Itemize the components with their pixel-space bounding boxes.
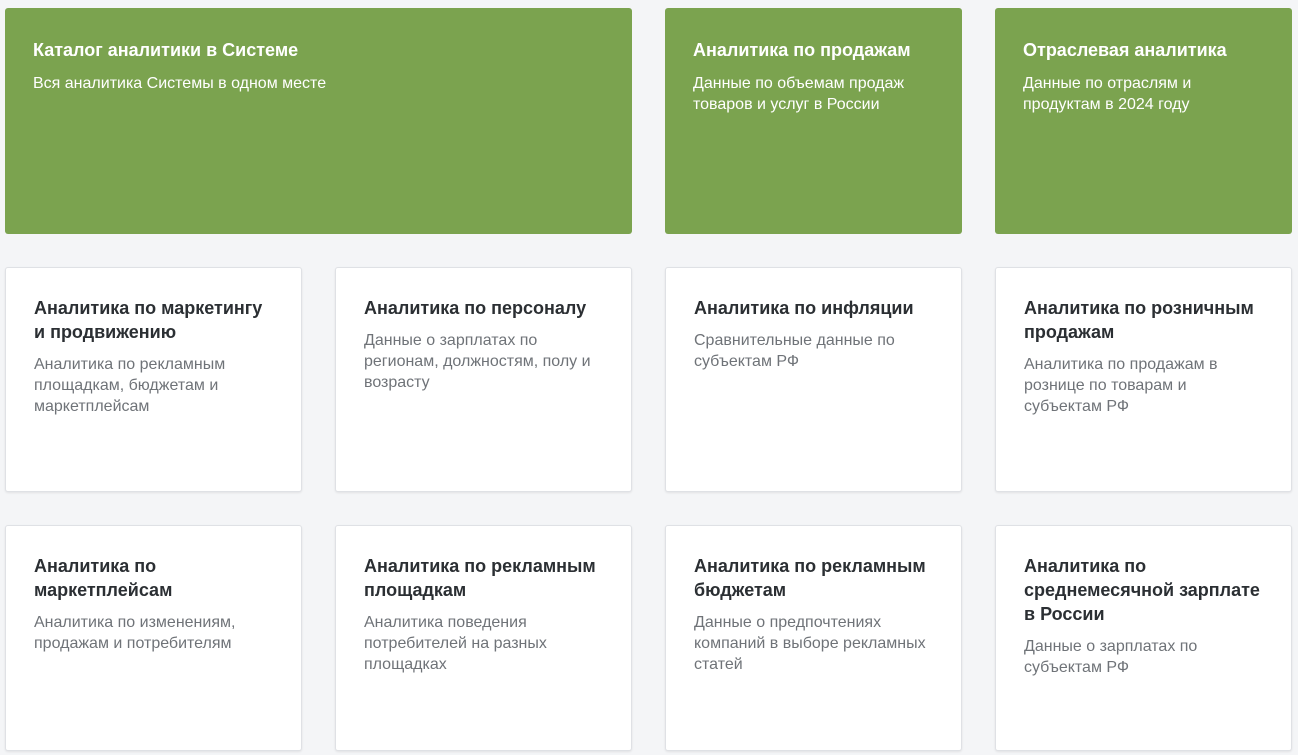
card-description: Вся аналитика Системы в одном месте <box>33 75 327 92</box>
card-description: Данные о зарплатах по регионам, должност… <box>364 332 591 391</box>
card-description: Аналитика поведения потребителей на разн… <box>364 614 547 673</box>
analytics-catalog-grid: Каталог аналитики в Системе Вся аналитик… <box>0 0 1298 755</box>
card-sales-analytics[interactable]: Аналитика по продажам Данные по объемам … <box>665 8 962 234</box>
card-title: Аналитика по персоналу <box>364 298 587 318</box>
card-personnel-analytics[interactable]: Аналитика по персоналу Данные о зарплата… <box>335 267 632 492</box>
card-description: Аналитика по рекламным площадкам, бюджет… <box>34 356 226 415</box>
card-ad-budgets-analytics[interactable]: Аналитика по рекламным бюджетам Данные о… <box>665 525 962 751</box>
card-title: Аналитика по рекламным бюджетам <box>694 556 926 600</box>
card-title: Аналитика по продажам <box>693 40 911 60</box>
card-description: Аналитика по изменениям, продажам и потр… <box>34 614 236 652</box>
card-title: Отраслевая аналитика <box>1023 40 1227 60</box>
card-title: Аналитика по среднемесячной зарплате в Р… <box>1024 556 1260 624</box>
card-description: Аналитика по продажам в рознице по товар… <box>1024 356 1218 415</box>
card-title: Аналитика по инфляции <box>694 298 914 318</box>
card-marketing-analytics[interactable]: Аналитика по маркетингу и продвижению Ан… <box>5 267 302 492</box>
card-industry-analytics[interactable]: Отраслевая аналитика Данные по отраслям … <box>995 8 1292 234</box>
card-description: Данные по отраслям и продуктам в 2024 го… <box>1023 75 1192 113</box>
card-retail-analytics[interactable]: Аналитика по розничным продажам Аналитик… <box>995 267 1292 492</box>
card-description: Данные о зарплатах по субъектам РФ <box>1024 638 1198 676</box>
card-title: Аналитика по маркетингу и продвижению <box>34 298 263 342</box>
card-ad-platforms-analytics[interactable]: Аналитика по рекламным площадкам Аналити… <box>335 525 632 751</box>
card-average-salary-analytics[interactable]: Аналитика по среднемесячной зарплате в Р… <box>995 525 1292 751</box>
card-analytics-catalog[interactable]: Каталог аналитики в Системе Вся аналитик… <box>5 8 632 234</box>
card-title: Каталог аналитики в Системе <box>33 40 299 60</box>
card-title: Аналитика по рекламным площадкам <box>364 556 596 600</box>
card-description: Сравнительные данные по субъектам РФ <box>694 332 895 370</box>
card-description: Данные по объемам продаж товаров и услуг… <box>693 75 905 113</box>
card-marketplace-analytics[interactable]: Аналитика по маркетплейсам Аналитика по … <box>5 525 302 751</box>
card-title: Аналитика по розничным продажам <box>1024 298 1254 342</box>
card-description: Данные о предпочтениях компаний в выборе… <box>694 614 926 673</box>
card-inflation-analytics[interactable]: Аналитика по инфляции Сравнительные данн… <box>665 267 962 492</box>
card-title: Аналитика по маркетплейсам <box>34 556 173 600</box>
